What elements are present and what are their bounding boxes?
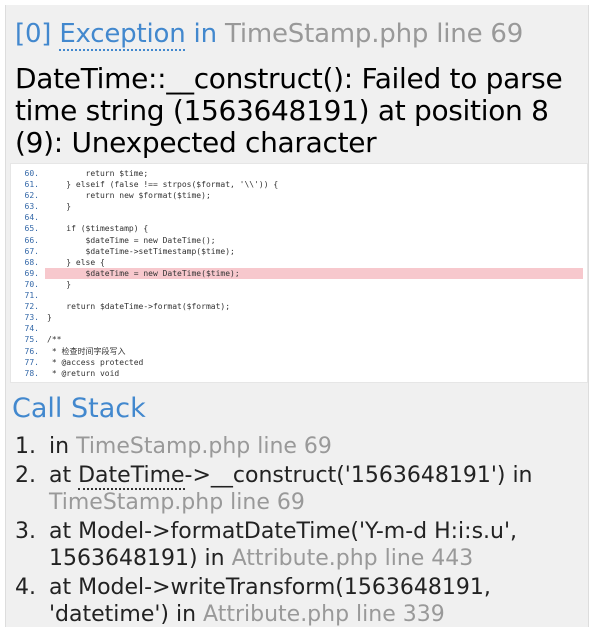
- line-number: 61.: [24, 180, 39, 190]
- call-stack-prefix: at: [49, 519, 72, 544]
- line-number: 66.: [24, 235, 39, 245]
- line-code: }: [47, 279, 72, 289]
- line-code: } elseif (false !== strpos($format, '\\'…: [47, 180, 279, 190]
- call-stack-item: 2. at DateTime->__construct('1563648191')…: [15, 462, 581, 516]
- source-line: 60. return $time;: [11, 168, 587, 179]
- line-code: * @return void: [47, 368, 120, 378]
- line-code: return $dateTime->format($format);: [47, 302, 231, 312]
- source-line: 71.: [11, 290, 587, 301]
- line-number: 64.: [24, 213, 39, 223]
- source-line: 63. }: [11, 201, 587, 212]
- line-number: 78.: [24, 368, 39, 378]
- exception-page: [0] Exception in TimeStamp.php line 69 D…: [5, 5, 589, 627]
- call-stack-prefix: at: [49, 463, 72, 488]
- call-stack-title: Call Stack: [12, 393, 146, 424]
- source-line: 78. * @return void: [11, 368, 587, 379]
- call-stack-number: 3.: [15, 519, 36, 544]
- line-code: * 检查时间字段写入: [47, 346, 126, 356]
- call-stack-list: 1. in TimeStamp.php line 69 2. at DateTime-…: [15, 433, 581, 630]
- exception-index: [0]: [15, 19, 52, 49]
- line-number: 77.: [24, 357, 39, 367]
- call-stack-number: 1.: [15, 434, 36, 459]
- source-line: 75. /**: [11, 334, 587, 345]
- line-code: }: [47, 202, 72, 212]
- exception-file-location[interactable]: TimeStamp.php line 69: [225, 19, 523, 49]
- line-code: }: [47, 313, 52, 323]
- source-line: 65. if ($timestamp) {: [11, 223, 587, 234]
- call-stack-item: 4. at Model->writeTransform(1563648191, '…: [15, 574, 581, 628]
- line-number: 74.: [24, 324, 39, 334]
- line-code: * @access protected: [47, 357, 144, 367]
- line-code: } else {: [47, 257, 105, 267]
- line-number: 63.: [24, 202, 39, 212]
- line-number: 75.: [24, 335, 39, 345]
- line-number: 73.: [24, 313, 39, 323]
- line-number: 69.: [24, 268, 39, 278]
- exception-class-abbr[interactable]: Exception: [59, 19, 186, 51]
- call-stack-file-location[interactable]: Attribute.php line 443: [232, 546, 474, 571]
- source-code-lines: 60. return $time; 61. } elseif (false !==…: [11, 164, 587, 379]
- line-number: 70.: [24, 279, 39, 289]
- source-line: 66. $dateTime = new DateTime();: [11, 235, 587, 246]
- source-line: 67. $dateTime->setTimestamp($time);: [11, 246, 587, 257]
- call-stack-file-location[interactable]: TimeStamp.php line 69: [76, 434, 332, 459]
- source-line: 70. }: [11, 279, 587, 290]
- call-stack-file-location[interactable]: Attribute.php line 339: [203, 602, 445, 627]
- source-line: 68. } else {: [11, 257, 587, 268]
- exception-header: [0] Exception in TimeStamp.php line 69 D…: [6, 5, 588, 160]
- source-line: 76. * 检查时间字段写入: [11, 346, 587, 357]
- line-code: return $time;: [47, 169, 149, 178]
- source-line: 62. return new $format($time);: [11, 190, 587, 201]
- call-stack-number: 2.: [15, 463, 36, 488]
- exception-message: DateTime::__construct(): Failed to parse…: [15, 62, 563, 159]
- source-line: 72. return $dateTime->format($format);: [11, 301, 587, 312]
- line-number: 62.: [24, 191, 39, 201]
- line-number: 68.: [24, 257, 39, 267]
- call-stack-file-location[interactable]: TimeStamp.php line 69: [49, 490, 305, 515]
- call-stack-number: 4.: [15, 575, 36, 600]
- line-number: 60.: [24, 169, 39, 178]
- call-stack-call: ->__construct('1563648191') in: [184, 463, 533, 488]
- exception-in-word: in: [193, 19, 218, 49]
- source-line: 74.: [11, 323, 587, 334]
- source-code-panel: 60. return $time; 61. } elseif (false !==…: [10, 163, 588, 383]
- source-line: 64.: [11, 212, 587, 223]
- line-number: 65.: [24, 224, 39, 234]
- source-line-highlighted: 69. $dateTime = new DateTime($time);: [11, 267, 587, 279]
- call-stack-prefix: in: [49, 434, 70, 459]
- line-number: 72.: [24, 302, 39, 312]
- call-stack-prefix: at: [49, 575, 72, 600]
- line-code: $dateTime->setTimestamp($time);: [47, 246, 235, 256]
- line-code: if ($timestamp) {: [47, 224, 149, 234]
- call-stack-item: 3. at Model->formatDateTime('Y-m-d H:i:s.…: [15, 518, 581, 572]
- exception-title: [0] Exception in TimeStamp.php line 69: [15, 19, 523, 51]
- line-number: 67.: [24, 246, 39, 256]
- call-stack-item: 1. in TimeStamp.php line 69: [15, 433, 581, 460]
- source-line: 73.}: [11, 312, 587, 323]
- line-number: 71.: [24, 291, 39, 301]
- line-code: return new $format($time);: [47, 191, 211, 201]
- line-code: $dateTime = new DateTime();: [47, 235, 216, 245]
- source-line: 77. * @access protected: [11, 357, 587, 368]
- call-stack-class-abbr[interactable]: DateTime: [78, 463, 185, 490]
- source-line: 61. } elseif (false !== strpos($format, …: [11, 179, 587, 190]
- line-code: $dateTime = new DateTime($time);: [45, 267, 583, 279]
- line-code: /**: [47, 335, 62, 345]
- line-number: 76.: [24, 346, 39, 356]
